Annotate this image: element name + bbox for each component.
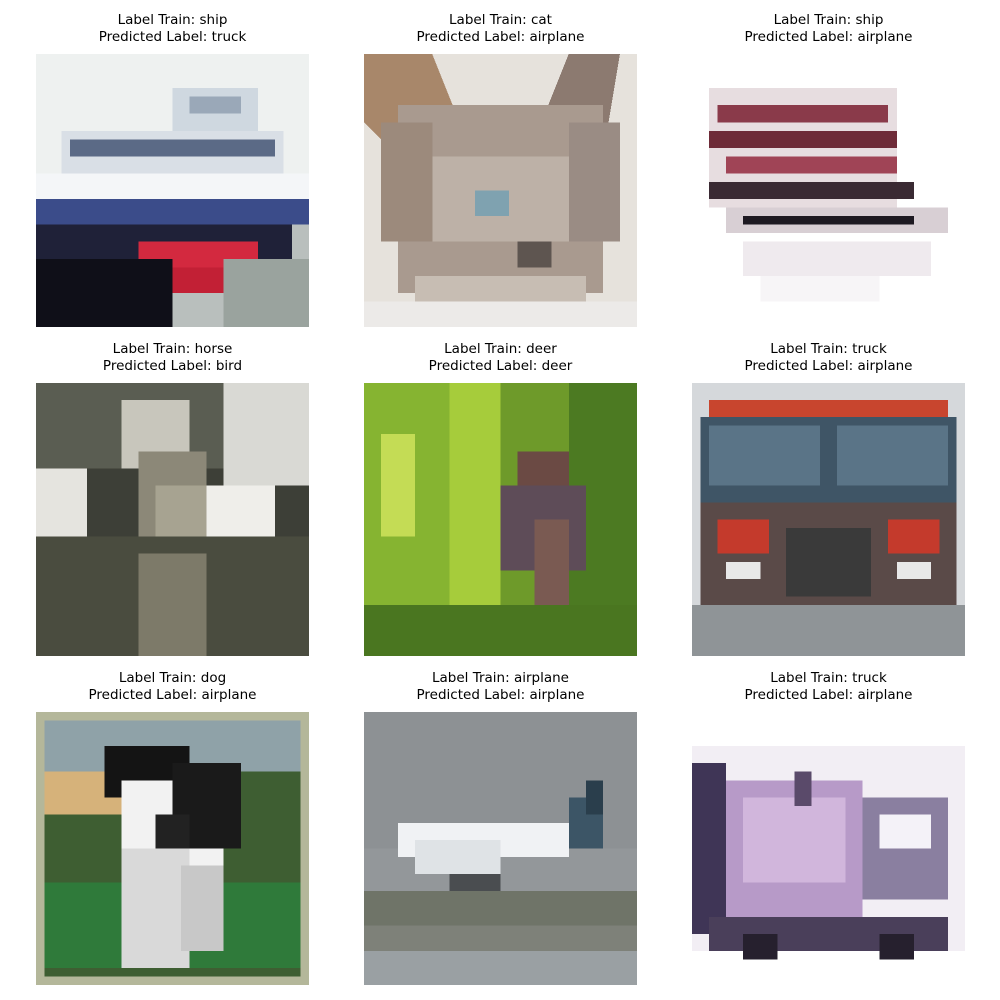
train-label: Label Train: cat [449,12,552,28]
train-label: Label Train: ship [117,12,228,28]
cell-title: Label Train: ship Predicted Label: airpl… [692,12,965,45]
truck-image [692,383,965,656]
predicted-label: Predicted Label: bird [102,357,243,374]
cell-title: Label Train: cat Predicted Label: airpla… [364,12,637,45]
predicted-label: Predicted Label: airplane [744,357,913,374]
deer-image [364,383,637,656]
predicted-label: Predicted Label: deer [428,357,573,374]
predicted-label: Predicted Label: airplane [416,28,585,45]
predicted-label: Predicted Label: airplane [416,686,585,703]
cat-image [364,54,637,327]
cell-title: Label Train: truck Predicted Label: airp… [692,670,965,703]
train-label: Label Train: ship [773,12,884,28]
predicted-label: Predicted Label: airplane [744,28,913,45]
train-label: Label Train: truck [770,341,887,357]
cell-title: Label Train: horse Predicted Label: bird [36,341,309,374]
truck-image [692,712,965,985]
dog-image [36,712,309,985]
train-label: Label Train: truck [770,670,887,686]
ship-image [692,54,965,327]
cell-title: Label Train: deer Predicted Label: deer [364,341,637,374]
horse-image [36,383,309,656]
airplane-image [364,712,637,985]
train-label: Label Train: dog [118,670,227,686]
predicted-label: Predicted Label: airplane [744,686,913,703]
ship-image [36,54,309,327]
cell-title: Label Train: truck Predicted Label: airp… [692,341,965,374]
train-label: Label Train: airplane [432,670,569,686]
predicted-label: Predicted Label: truck [98,28,247,45]
predicted-label: Predicted Label: airplane [88,686,257,703]
cell-title: Label Train: airplane Predicted Label: a… [364,670,637,703]
cell-title: Label Train: ship Predicted Label: truck [36,12,309,45]
train-label: Label Train: horse [112,341,233,357]
train-label: Label Train: deer [444,341,557,357]
cell-title: Label Train: dog Predicted Label: airpla… [36,670,309,703]
